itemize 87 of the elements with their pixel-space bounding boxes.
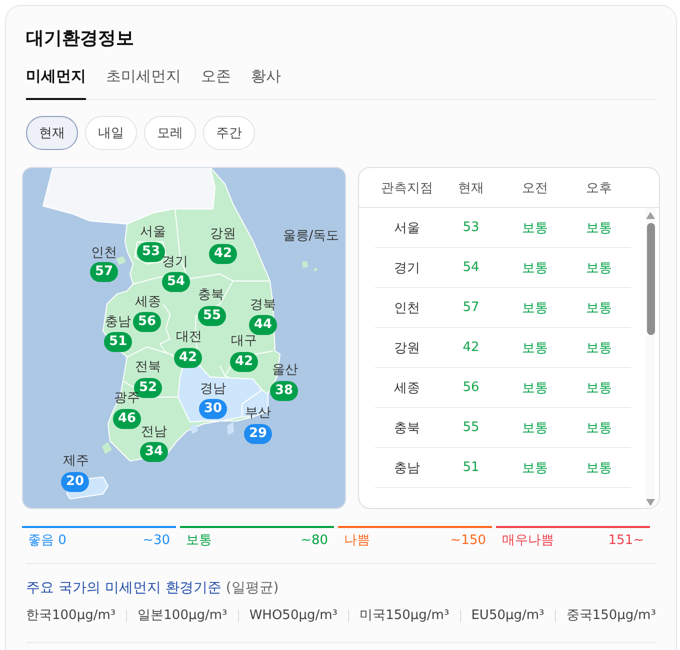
standards-title: 주요 국가의 미세먼지 환경기준	[26, 580, 222, 596]
scrollbar-track[interactable]	[646, 208, 655, 508]
dust-value-badge[interactable]: 57	[90, 262, 118, 282]
legend-range: ~80	[300, 532, 328, 550]
value-cell-text: 51	[462, 460, 480, 475]
column-header: 현재	[457, 180, 485, 196]
triangle-up-icon[interactable]	[646, 212, 655, 219]
standard-value: 일본100μg/m³	[138, 607, 228, 625]
grade-cell-text: 보통	[585, 260, 613, 276]
region-name: 제주	[63, 454, 89, 468]
category-tab[interactable]: 초미세먼지	[106, 64, 181, 100]
dust-value-badge[interactable]: 38	[270, 381, 298, 401]
station-cell-text: 충남	[393, 460, 421, 476]
column-header: 관측지점	[380, 180, 434, 196]
period-chip[interactable]: 주간	[203, 116, 255, 150]
region-name: 서울	[140, 224, 166, 240]
grade-cell-text: 보통	[585, 300, 613, 316]
grade-cell-text: 보통	[585, 340, 613, 356]
region-name: 경남	[200, 382, 226, 396]
period-chip[interactable]: 현재	[26, 116, 78, 150]
dust-value-badge[interactable]: 44	[249, 315, 277, 335]
widget-title: 대기환경정보	[26, 27, 135, 51]
grade-cell-text: 보통	[521, 300, 549, 316]
region-name: 강원	[210, 226, 236, 242]
grade-cell-text: 보통	[521, 460, 549, 476]
scrollbar-thumb[interactable]	[646, 223, 654, 335]
station-cell-text: 충북	[393, 420, 421, 436]
region-name: 충북	[198, 288, 224, 302]
legend-label: 나쁨	[344, 532, 370, 550]
value-cell-text: 55	[462, 420, 480, 435]
standard-value: 한국100μg/m³	[26, 607, 116, 625]
period-chip[interactable]: 모레	[144, 116, 196, 150]
category-tab[interactable]: 황사	[251, 64, 281, 100]
legend-label: 매우나쁨	[502, 532, 554, 550]
column-header: 오전	[521, 180, 549, 196]
standard-value: WHO50μg/m³	[249, 607, 338, 625]
category-tab[interactable]: 오존	[201, 64, 231, 100]
value-cell-text: 54	[462, 260, 480, 275]
legend-range: ~150	[450, 532, 486, 550]
standards-note: (일평균)	[226, 580, 279, 596]
grade-cell-text: 보통	[521, 420, 549, 436]
standard-value: EU50μg/m³	[471, 607, 544, 625]
region-name: 전북	[135, 360, 161, 374]
legend-range: 151~	[608, 532, 644, 550]
region-name: 세종	[135, 294, 161, 310]
value-cell-text: 56	[462, 380, 480, 395]
region-name: 인천	[91, 246, 117, 260]
region-name: 대구	[231, 334, 257, 348]
region-name: 충남	[105, 314, 131, 330]
station-cell-text: 강원	[393, 340, 421, 356]
region-name: 울산	[272, 362, 298, 378]
value-cell-text: 42	[462, 340, 480, 355]
standard-value: 미국150μg/m³	[360, 607, 450, 625]
region-name: 울릉/독도	[282, 228, 340, 244]
category-tab[interactable]: 미세먼지	[26, 64, 86, 100]
island-area	[227, 422, 234, 435]
region-name: 전남	[141, 424, 167, 440]
station-cell-text: 경기	[393, 260, 421, 276]
legend-label: 좋음 0	[28, 532, 66, 550]
dust-value-badge[interactable]: 34	[140, 442, 168, 462]
grade-cell-text: 보통	[585, 460, 613, 476]
dust-value-badge[interactable]: 51	[104, 332, 132, 352]
grade-cell-text: 보통	[585, 420, 613, 436]
station-cell-text: 세종	[393, 380, 421, 396]
region-name: 경북	[250, 298, 276, 312]
grade-cell-text: 보통	[585, 380, 613, 396]
station-cell-text: 서울	[393, 220, 421, 236]
column-header: 오후	[585, 180, 613, 196]
dust-value-badge[interactable]: 20	[61, 472, 89, 492]
triangle-down-icon[interactable]	[646, 499, 655, 506]
legend-range: ~30	[142, 532, 170, 550]
region-name: 대전	[176, 330, 202, 344]
grade-cell-text: 보통	[521, 260, 549, 276]
period-chip[interactable]: 내일	[85, 116, 137, 150]
value-cell-text: 57	[462, 300, 480, 315]
region-name: 부산	[245, 406, 271, 420]
region-name: 경기	[162, 254, 188, 270]
station-cell-text: 인천	[393, 300, 421, 316]
legend-label: 보통	[186, 532, 212, 550]
island-area	[190, 424, 198, 434]
grade-cell-text: 보통	[521, 380, 549, 396]
grade-cell-text: 보통	[521, 220, 549, 236]
value-cell-text: 53	[462, 220, 480, 235]
grade-cell-text: 보통	[521, 340, 549, 356]
grade-cell-text: 보통	[585, 220, 613, 236]
dust-value-badge[interactable]: 29	[244, 424, 272, 444]
standard-value: 중국150μg/m³	[566, 607, 656, 625]
